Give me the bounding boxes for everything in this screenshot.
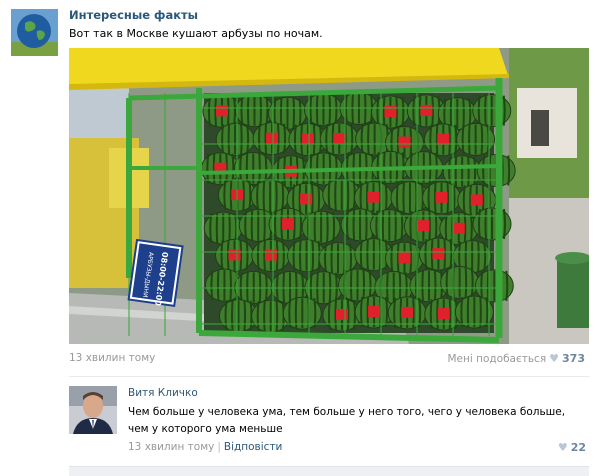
user-photo-icon — [69, 386, 117, 434]
comment-footer: 13 хвилин тому | Відповісти — [128, 441, 282, 453]
watermelon-cut — [228, 249, 241, 261]
watermelon-cut — [435, 191, 448, 203]
watermelon-cut — [368, 306, 381, 318]
watermelon-cut — [335, 308, 348, 320]
watermelon-cut — [398, 252, 411, 264]
watermelon-cut — [417, 220, 430, 232]
watermelon-cut — [470, 194, 483, 206]
reply-input-area[interactable] — [69, 466, 589, 476]
post-text: Вот так в Москве кушают арбузы по ночам. — [69, 27, 323, 40]
watermelon-cut — [452, 222, 465, 234]
comment-like-button[interactable]: ♥ 22 — [558, 441, 586, 454]
watermelon-cut — [282, 218, 295, 230]
watermelon-cut — [401, 306, 414, 318]
post-like-button[interactable]: Мені подобається ♥ 373 — [447, 352, 585, 365]
comment-like-count: 22 — [570, 441, 586, 454]
watermelon-cut — [333, 132, 346, 144]
watermelon-cut — [420, 104, 433, 116]
watermelon-cut — [432, 248, 445, 260]
post-timestamp[interactable]: 13 хвилин тому — [69, 352, 155, 364]
post-avatar[interactable] — [11, 9, 58, 56]
watermelon-cut — [300, 193, 313, 205]
globe-icon — [11, 9, 58, 56]
comment-avatar[interactable] — [69, 386, 117, 434]
watermelon-cut — [437, 308, 450, 320]
watermelon-cut — [367, 191, 380, 203]
post-author-name[interactable]: Интересные факты — [69, 8, 198, 22]
post-footer: 13 хвилин тому Мені подобається ♥ 373 — [69, 352, 585, 366]
reply-link[interactable]: Відповісти — [224, 441, 283, 453]
divider — [69, 376, 589, 377]
watermelon-cut — [266, 132, 279, 144]
like-label: Мені подобається — [447, 352, 547, 365]
like-count: 373 — [562, 352, 585, 365]
watermelon-cut — [215, 105, 228, 117]
watermelon-cut — [398, 136, 411, 148]
watermelon-cut — [264, 249, 277, 261]
separator: | — [217, 441, 221, 453]
comment-author-name[interactable]: Витя Кличко — [128, 387, 198, 399]
heart-icon: ♥ — [549, 352, 560, 365]
comment-text: Чем больше у человека ума, тем больше у … — [128, 406, 566, 435]
comment-timestamp[interactable]: 13 хвилин тому — [128, 441, 214, 453]
watermelon-cut — [437, 133, 450, 145]
post-photo[interactable]: АРБУЗЫ-ДЫНИ 08:00-22:00 — [69, 48, 589, 344]
watermelon-cut — [301, 133, 314, 145]
heart-icon: ♥ — [557, 441, 568, 454]
